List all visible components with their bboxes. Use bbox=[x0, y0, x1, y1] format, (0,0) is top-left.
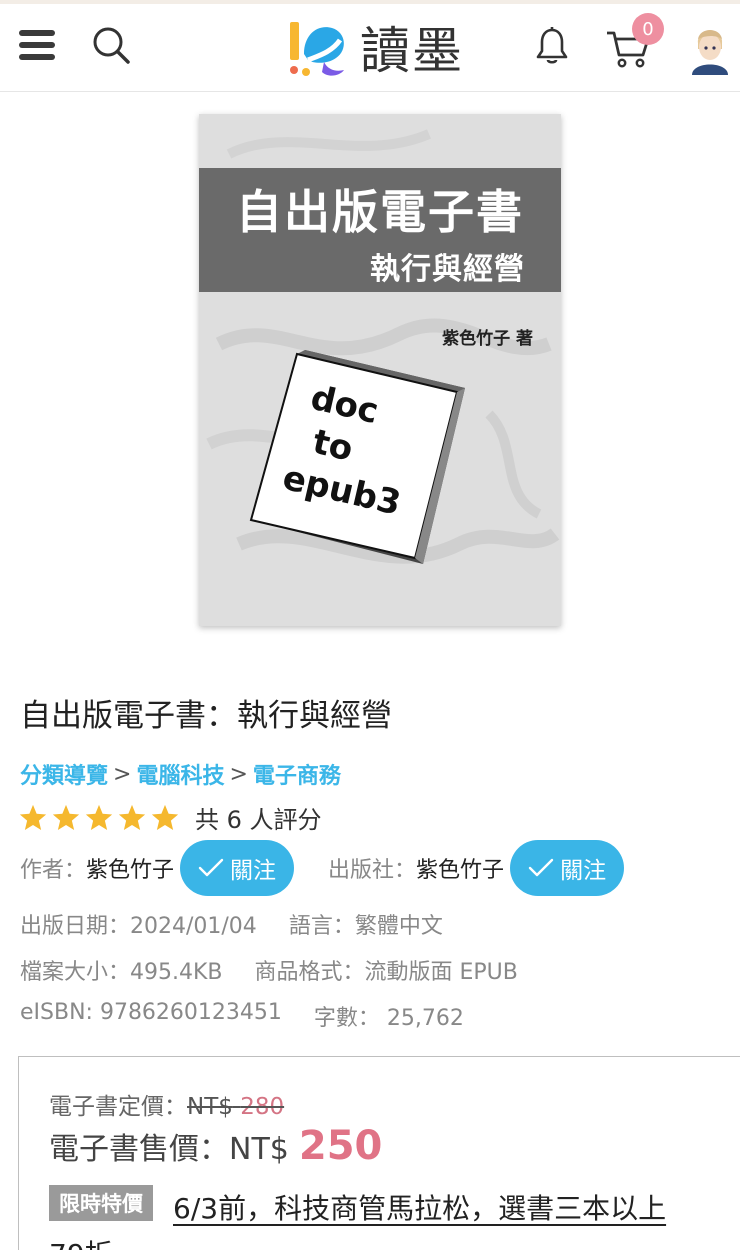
follow-publisher-button[interactable]: 關注 bbox=[510, 840, 625, 896]
author-publisher-row: 作者： 紫色竹子 關注 出版社： 紫色竹子 關注 bbox=[20, 840, 625, 896]
rating-summary[interactable]: 共 6 人評分 bbox=[18, 800, 322, 835]
bell-icon bbox=[536, 27, 568, 64]
breadcrumb-computer-tech[interactable]: 電腦科技 bbox=[136, 758, 224, 790]
word-count: 字數： 25,762 bbox=[313, 1006, 464, 1031]
sale-price: 電子書售價：NT$ 250 bbox=[49, 1123, 382, 1169]
cart-count-badge: 0 bbox=[632, 13, 664, 45]
site-header: 讀墨 0 bbox=[0, 4, 740, 92]
breadcrumb-ecommerce[interactable]: 電子商務 bbox=[253, 758, 341, 790]
check-icon bbox=[528, 858, 554, 877]
search-icon bbox=[93, 27, 130, 64]
breadcrumb-separator: > bbox=[113, 761, 132, 787]
promo-badge: 限時特價 bbox=[49, 1185, 153, 1221]
avatar-icon bbox=[692, 30, 728, 75]
star-icon bbox=[151, 804, 179, 830]
logo-text: 讀墨 bbox=[360, 22, 464, 80]
cover-title: 自出版電子書 bbox=[236, 185, 524, 239]
product-format: 商品格式：流動版面 EPUB bbox=[254, 960, 518, 985]
site-logo[interactable]: 讀墨 bbox=[284, 12, 484, 82]
list-price-value: NT$ 280 bbox=[187, 1094, 284, 1120]
follow-publisher-label: 關注 bbox=[560, 858, 607, 884]
eisbn: eISBN: 9786260123451 bbox=[20, 1000, 282, 1025]
star-icon bbox=[19, 804, 47, 830]
publisher-name[interactable]: 紫色竹子 bbox=[416, 852, 504, 884]
author-label: 作者： bbox=[20, 858, 87, 883]
cover-book-illustration: doc to epub3 bbox=[249, 350, 465, 564]
breadcrumb: 分類導覽 > 電腦科技 > 電子商務 bbox=[20, 758, 341, 790]
sale-price-label: 電子書售價：NT$ bbox=[49, 1132, 289, 1167]
search-button[interactable] bbox=[86, 20, 136, 70]
notification-button[interactable] bbox=[528, 22, 576, 70]
star-icon bbox=[118, 804, 146, 830]
price-panel: 電子書定價：NT$ 280 電子書售價：NT$ 250 限時特價 6/3前，科技… bbox=[18, 1056, 740, 1250]
author-name[interactable]: 紫色竹子 bbox=[86, 852, 174, 884]
info-row-3: eISBN: 9786260123451 字數： 25,762 bbox=[20, 1000, 464, 1032]
promo-link-continued[interactable]: 79折 bbox=[49, 1233, 113, 1250]
promo-link[interactable]: 6/3前，科技商管馬拉松，選書三本以上 bbox=[173, 1187, 666, 1227]
publish-date: 出版日期：2024/01/04 bbox=[20, 914, 257, 939]
list-price-number: 280 bbox=[240, 1094, 285, 1120]
sale-price-amount: 250 bbox=[298, 1123, 383, 1169]
menu-icon bbox=[19, 30, 55, 60]
breadcrumb-separator: > bbox=[229, 761, 248, 787]
publisher-label: 出版社： bbox=[328, 858, 417, 883]
list-price: 電子書定價：NT$ 280 bbox=[49, 1087, 284, 1121]
star-icon bbox=[52, 804, 80, 830]
star-icon bbox=[85, 804, 113, 830]
breadcrumb-category-guide[interactable]: 分類導覽 bbox=[20, 758, 108, 790]
info-row-2: 檔案大小：495.4KB 商品格式：流動版面 EPUB bbox=[20, 954, 518, 986]
list-price-label: 電子書定價： bbox=[49, 1094, 187, 1120]
book-cover-image[interactable]: 自出版電子書 執行與經營 紫色竹子 著 doc to epub3 bbox=[199, 114, 561, 626]
list-price-currency: NT$ bbox=[187, 1094, 233, 1120]
language: 語言：繁體中文 bbox=[288, 914, 443, 939]
logo-mark-icon bbox=[290, 22, 344, 76]
file-size: 檔案大小：495.4KB bbox=[20, 960, 223, 985]
follow-author-label: 關注 bbox=[230, 858, 277, 884]
follow-author-button[interactable]: 關注 bbox=[180, 840, 295, 896]
menu-button[interactable] bbox=[14, 22, 60, 68]
user-avatar[interactable] bbox=[686, 20, 734, 76]
rating-count: 共 6 人評分 bbox=[195, 806, 322, 834]
cover-subtitle: 執行與經營 bbox=[370, 252, 525, 287]
info-row-1: 出版日期：2024/01/04 語言：繁體中文 bbox=[20, 908, 443, 940]
check-icon bbox=[198, 858, 224, 877]
book-title: 自出版電子書：執行與經營 bbox=[20, 698, 392, 734]
